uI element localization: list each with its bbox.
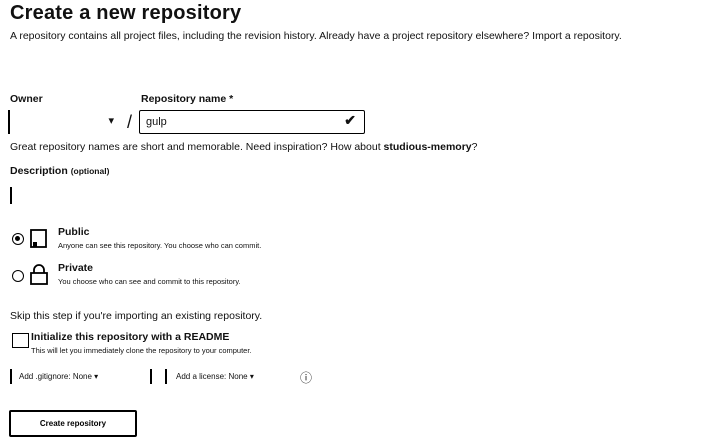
public-title: Public bbox=[58, 226, 90, 238]
check-icon: ✔ bbox=[344, 112, 356, 128]
info-icon[interactable]: ⓘ bbox=[300, 369, 312, 386]
repository-name-label: Repository name * bbox=[141, 93, 234, 105]
hint-end: ? bbox=[471, 141, 478, 153]
repository-name-input[interactable]: gulp ✔ bbox=[139, 110, 365, 134]
license-select[interactable]: Add a license: None ▾ bbox=[176, 372, 254, 381]
optional-tag: (optional) bbox=[70, 166, 110, 176]
owner-select[interactable]: ▾ bbox=[8, 110, 118, 134]
skip-note: Skip this step if you're importing an ex… bbox=[10, 310, 263, 322]
divider bbox=[150, 369, 152, 384]
create-repository-button[interactable]: Create repository bbox=[9, 410, 137, 437]
private-description: You choose who can see and commit to thi… bbox=[58, 277, 241, 286]
repository-name-hint: Great repository names are short and mem… bbox=[10, 141, 477, 153]
page-title: Create a new repository bbox=[10, 2, 242, 24]
description-input[interactable] bbox=[10, 187, 12, 204]
page-intro: A repository contains all project files,… bbox=[10, 30, 622, 42]
repository-name-value: gulp bbox=[146, 116, 167, 128]
description-label: Description (optional) bbox=[10, 165, 109, 177]
owner-repo-separator: / bbox=[127, 112, 133, 132]
lock-icon bbox=[29, 264, 49, 288]
hint-text: Great repository names are short and mem… bbox=[10, 141, 384, 153]
name-suggestion[interactable]: studious-memory bbox=[384, 141, 472, 153]
public-description: Anyone can see this repository. You choo… bbox=[58, 241, 262, 250]
divider bbox=[10, 369, 12, 384]
divider bbox=[165, 369, 167, 384]
chevron-down-icon: ▾ bbox=[108, 115, 114, 127]
owner-label: Owner bbox=[10, 93, 43, 105]
readme-description: This will let you immediately clone the … bbox=[31, 346, 252, 355]
public-radio[interactable] bbox=[12, 233, 24, 245]
description-label-text: Description bbox=[10, 165, 68, 177]
readme-checkbox[interactable] bbox=[12, 333, 29, 348]
private-title: Private bbox=[58, 262, 94, 274]
repo-icon bbox=[29, 229, 49, 252]
gitignore-select[interactable]: Add .gitignore: None ▾ bbox=[19, 372, 98, 381]
readme-label[interactable]: Initialize this repository with a README bbox=[31, 331, 229, 343]
private-radio[interactable] bbox=[12, 270, 24, 282]
